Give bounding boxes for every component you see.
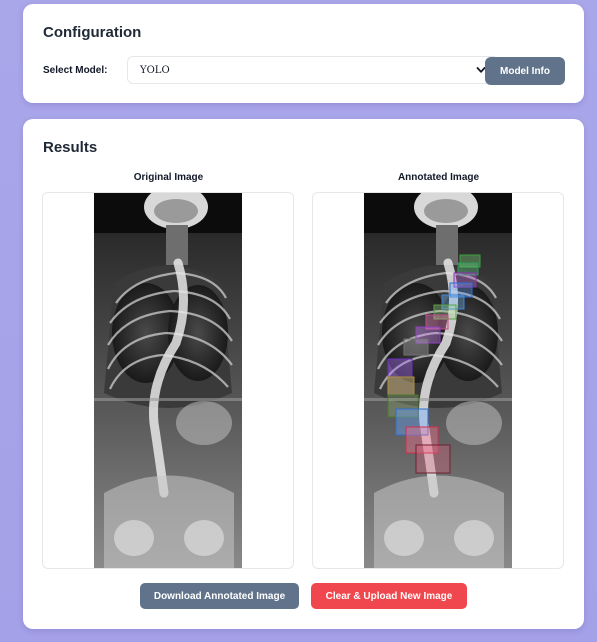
results-card: Results Original Image Annotated Image D… [23,119,584,629]
annotated-image-frame [312,192,564,569]
select-model-label: Select Model: [43,65,108,76]
vertebra-box [387,376,415,396]
model-select[interactable]: YOLO [127,56,499,84]
original-image-frame [42,192,294,569]
configuration-title: Configuration [43,24,142,41]
clear-upload-button[interactable]: Clear & Upload New Image [311,583,467,609]
annotated-image-label: Annotated Image [397,172,480,183]
original-xray-image [94,193,242,568]
vertebra-box [403,338,429,356]
results-title: Results [43,139,98,156]
vertebra-box [387,358,413,378]
annotated-xray-image [364,193,512,568]
model-select-value: YOLO [140,64,170,76]
download-annotated-image-button[interactable]: Download Annotated Image [140,583,299,609]
original-image-label: Original Image [133,172,204,183]
configuration-card: Configuration Select Model: YOLO Model I… [23,4,584,103]
vertebra-box [415,444,451,474]
model-info-button[interactable]: Model Info [485,57,565,85]
